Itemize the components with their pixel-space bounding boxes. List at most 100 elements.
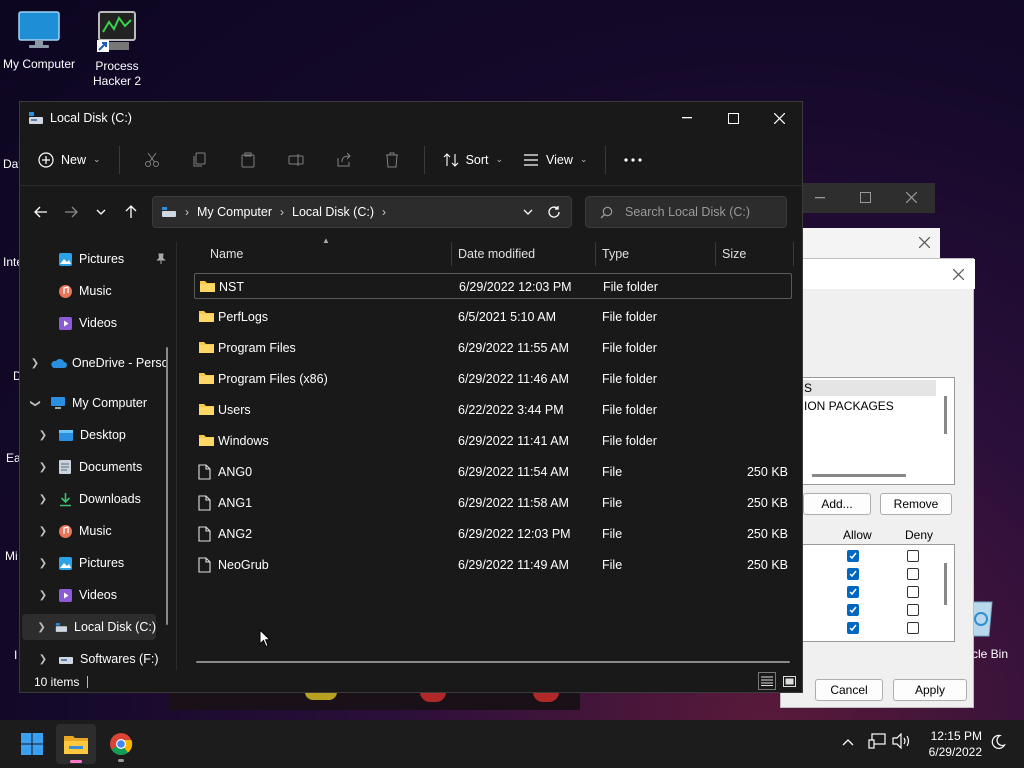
chevron-right-icon[interactable]: ❯ xyxy=(36,430,50,441)
new-button[interactable]: New ⌄ xyxy=(28,144,111,176)
sidebar-item-documents[interactable]: ❯ Documents xyxy=(20,454,170,480)
sidebar-item-onedrive[interactable]: ❯ OneDrive - Perso xyxy=(20,350,170,376)
desktop-icon-process-hacker[interactable]: Process Hacker 2 xyxy=(78,10,156,89)
pin-icon[interactable] xyxy=(156,253,166,265)
sidebar-scrollbar[interactable] xyxy=(166,347,168,625)
delete-button[interactable] xyxy=(368,144,416,176)
title-bar[interactable]: Local Disk (C:) xyxy=(20,102,802,134)
chevron-down-icon[interactable] xyxy=(523,209,533,215)
cancel-button[interactable]: Cancel xyxy=(815,679,883,701)
chevron-right-icon[interactable]: ❯ xyxy=(36,494,50,505)
rename-button[interactable] xyxy=(272,144,320,176)
file-row[interactable]: ANG2 6/29/2022 12:03 PM File 250 KB xyxy=(194,521,792,547)
close-button[interactable] xyxy=(756,103,802,133)
deny-checkbox[interactable] xyxy=(907,568,919,580)
deny-checkbox[interactable] xyxy=(907,622,919,634)
desktop-icon-my-computer[interactable]: My Computer xyxy=(0,10,78,72)
deny-checkbox[interactable] xyxy=(907,604,919,616)
column-header-type[interactable]: Type xyxy=(602,242,629,266)
view-button[interactable]: View ⌄ xyxy=(513,144,597,176)
allow-checkbox[interactable] xyxy=(847,568,859,580)
column-header-name[interactable]: Name xyxy=(210,242,243,266)
chevron-down-icon[interactable]: ❯ xyxy=(30,396,41,410)
chevron-right-icon[interactable]: ❯ xyxy=(36,622,47,633)
recent-locations-button[interactable] xyxy=(86,197,116,227)
minimize-button[interactable] xyxy=(664,103,710,133)
sidebar-item-softwares[interactable]: ❯ Softwares (F:) xyxy=(20,646,170,672)
paste-icon xyxy=(241,152,255,167)
sidebar-item-pictures[interactable]: ❯ Pictures xyxy=(20,550,170,576)
file-row[interactable]: PerfLogs 6/5/2021 5:10 AM File folder xyxy=(194,304,792,330)
scrollbar[interactable] xyxy=(812,474,906,477)
chevron-right-icon[interactable]: ❯ xyxy=(28,358,42,369)
more-options-button[interactable] xyxy=(614,144,652,176)
forward-button[interactable] xyxy=(56,197,86,227)
file-row[interactable]: Windows 6/29/2022 11:41 AM File folder xyxy=(194,428,792,454)
scrollbar[interactable] xyxy=(944,396,947,434)
sidebar-item-music[interactable]: ❯ Music xyxy=(20,518,170,544)
back-button[interactable] xyxy=(26,197,56,227)
close-icon[interactable] xyxy=(919,237,930,248)
file-row[interactable]: Program Files 6/29/2022 11:55 AM File fo… xyxy=(194,335,792,361)
breadcrumb-local-disk[interactable]: Local Disk (C:) xyxy=(292,205,374,219)
details-view-button[interactable] xyxy=(758,672,776,690)
remove-button[interactable]: Remove xyxy=(880,493,952,515)
file-row[interactable]: ANG1 6/29/2022 11:58 AM File 250 KB xyxy=(194,490,792,516)
horizontal-scrollbar[interactable] xyxy=(196,661,790,663)
file-row[interactable]: NST 6/29/2022 12:03 PM File folder xyxy=(194,273,792,299)
search-box[interactable]: Search Local Disk (C:) xyxy=(585,196,787,228)
copy-button[interactable] xyxy=(176,144,224,176)
minimize-icon[interactable] xyxy=(815,197,825,199)
refresh-icon[interactable] xyxy=(547,205,561,219)
column-header-size[interactable]: Size xyxy=(722,242,746,266)
group-list[interactable]: S ION PACKAGES xyxy=(781,377,955,485)
sidebar-item-pictures[interactable]: Pictures xyxy=(20,246,170,272)
sidebar-item-my-computer[interactable]: ❯ My Computer xyxy=(20,390,170,416)
allow-checkbox[interactable] xyxy=(847,550,859,562)
taskbar-chrome[interactable] xyxy=(104,728,138,762)
chevron-right-icon[interactable]: ❯ xyxy=(36,462,50,473)
sidebar-item-local-disk[interactable]: ❯ Local Disk (C:) xyxy=(22,614,156,640)
address-bar[interactable]: › My Computer › Local Disk (C:) › xyxy=(152,196,572,228)
allow-checkbox[interactable] xyxy=(847,586,859,598)
chevron-right-icon[interactable]: ❯ xyxy=(36,526,50,537)
column-header-date[interactable]: Date modified xyxy=(458,242,535,266)
close-icon[interactable] xyxy=(906,192,917,203)
share-button[interactable] xyxy=(320,144,368,176)
sidebar-item-downloads[interactable]: ❯ Downloads xyxy=(20,486,170,512)
deny-checkbox[interactable] xyxy=(907,586,919,598)
show-hidden-icons-button[interactable] xyxy=(842,735,854,749)
tiles-view-button[interactable] xyxy=(780,672,798,690)
sort-button[interactable]: Sort ⌄ xyxy=(433,144,513,176)
notifications-button[interactable] xyxy=(990,734,1006,753)
apply-button[interactable]: Apply xyxy=(893,679,967,701)
cut-button[interactable] xyxy=(128,144,176,176)
close-icon[interactable] xyxy=(953,269,964,280)
maximize-icon[interactable] xyxy=(860,192,871,203)
clock[interactable]: 12:15 PM 6/29/2022 xyxy=(922,728,982,760)
maximize-button[interactable] xyxy=(710,103,756,133)
deny-checkbox[interactable] xyxy=(907,550,919,562)
allow-checkbox[interactable] xyxy=(847,622,859,634)
scrollbar[interactable] xyxy=(944,563,947,605)
paste-button[interactable] xyxy=(224,144,272,176)
file-row[interactable]: NeoGrub 6/29/2022 11:49 AM File 250 KB xyxy=(194,552,792,578)
sidebar-item-videos[interactable]: Videos xyxy=(20,310,170,336)
volume-button[interactable] xyxy=(892,732,912,752)
taskbar-file-explorer[interactable] xyxy=(56,724,96,764)
chevron-right-icon[interactable]: ❯ xyxy=(36,590,50,601)
file-row[interactable]: Program Files (x86) 6/29/2022 11:46 AM F… xyxy=(194,366,792,392)
sidebar-item-music[interactable]: Music xyxy=(20,278,170,304)
add-button[interactable]: Add... xyxy=(803,493,871,515)
sidebar-item-desktop[interactable]: ❯ Desktop xyxy=(20,422,170,448)
file-row[interactable]: ANG0 6/29/2022 11:54 AM File 250 KB xyxy=(194,459,792,485)
chevron-right-icon[interactable]: ❯ xyxy=(36,654,50,665)
breadcrumb-my-computer[interactable]: My Computer xyxy=(197,205,272,219)
start-button[interactable] xyxy=(14,728,50,760)
up-button[interactable] xyxy=(116,197,146,227)
network-button[interactable] xyxy=(868,733,886,752)
allow-checkbox[interactable] xyxy=(847,604,859,616)
chevron-right-icon[interactable]: ❯ xyxy=(36,558,50,569)
file-row[interactable]: Users 6/22/2022 3:44 PM File folder xyxy=(194,397,792,423)
sidebar-item-videos[interactable]: ❯ Videos xyxy=(20,582,170,608)
